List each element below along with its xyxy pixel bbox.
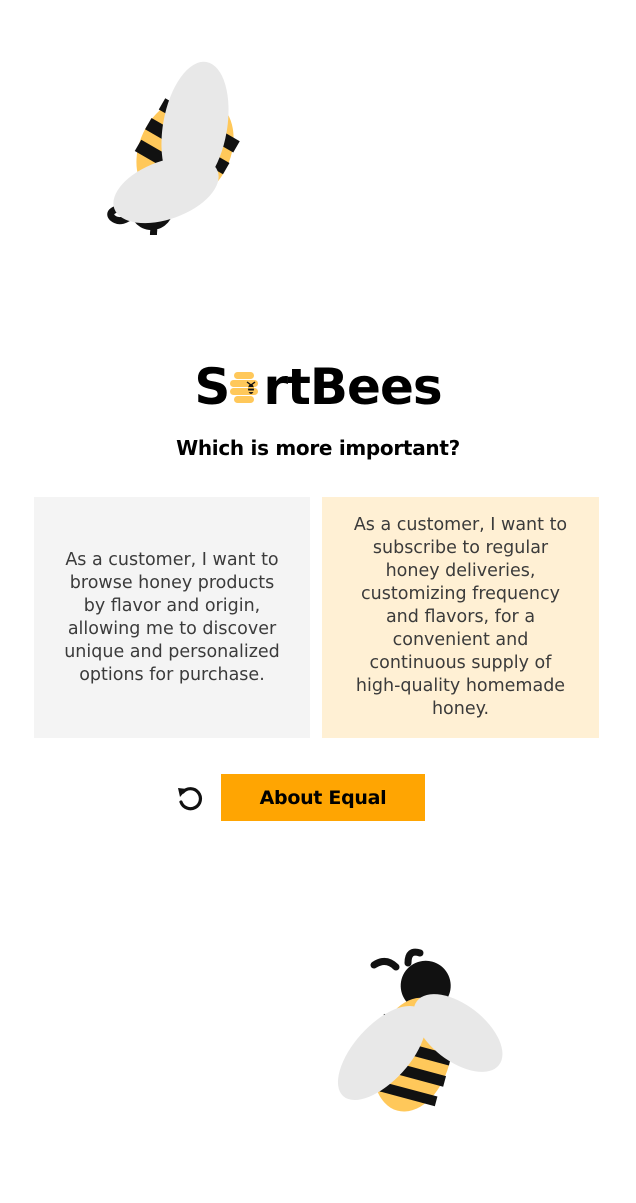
undo-icon — [178, 787, 203, 811]
option-card-left-text: As a customer, I want to browse honey pr… — [64, 549, 280, 685]
logo-text-end: rtBees — [263, 358, 442, 416]
option-card-right-text: As a customer, I want to subscribe to re… — [353, 515, 568, 719]
question-heading: Which is more important? — [176, 436, 460, 460]
option-card-left[interactable]: As a customer, I want to browse honey pr… — [34, 497, 310, 738]
bee-illustration-top — [100, 55, 290, 253]
bee-illustration-bottom — [330, 945, 515, 1120]
logo-text-start: S — [194, 358, 230, 416]
about-equal-button[interactable]: About Equal — [221, 774, 425, 821]
bee-top-icon — [107, 61, 240, 253]
beehive-icon — [230, 372, 259, 403]
bee-bottom-icon — [337, 948, 503, 1112]
sortbees-logo: S rtBees — [0, 356, 636, 418]
undo-button[interactable] — [172, 780, 208, 816]
logo-wordmark: S rtBees — [194, 358, 442, 416]
option-card-right[interactable]: As a customer, I want to subscribe to re… — [322, 497, 599, 738]
